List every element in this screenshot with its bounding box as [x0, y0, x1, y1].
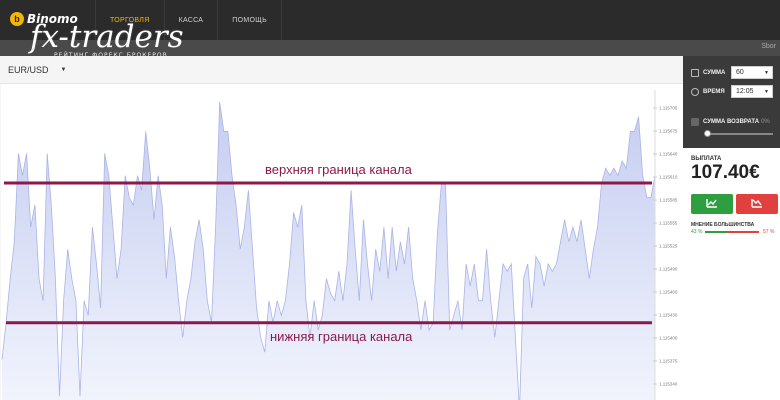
amount-select[interactable]: 60 ▼	[731, 66, 773, 79]
amount-value: 60	[736, 69, 744, 76]
return-row: СУММА ВОЗВРАТА 0%	[691, 118, 770, 126]
y-axis-tick-label: 1.115705	[659, 106, 678, 111]
majority-down-percent: 57 %	[763, 229, 775, 235]
price-area	[2, 102, 655, 400]
put-button[interactable]	[736, 194, 778, 214]
y-axis-tick-label: 1.115640	[659, 152, 678, 157]
y-axis-tick-label: 1.115675	[659, 129, 678, 134]
currency-pair-label: EUR/USD	[8, 65, 49, 75]
majority-up-segment	[705, 231, 729, 233]
majority-opinion-label: МНЕНИЕ БОЛЬШИНСТВА	[691, 222, 755, 228]
return-slider-handle[interactable]	[704, 130, 711, 137]
y-axis-tick-label: 1.115340	[659, 382, 678, 387]
call-button[interactable]	[691, 194, 733, 214]
chart-header: EUR/USD ▼	[0, 56, 683, 84]
amount-label: СУММА	[703, 69, 726, 76]
trade-settings: СУММА 60 ▼ ВРЕМЯ 12:05 ▼ СУММА ВОЗВРАТА …	[683, 56, 780, 148]
wallet-icon	[691, 68, 699, 77]
y-axis-tick-label: 1.115585	[659, 198, 678, 203]
price-chart-svg: 1.115705 1.115675 1.115640 1.115610 1.115585…	[0, 84, 678, 400]
y-axis-tick-label: 1.115375	[659, 359, 678, 364]
amount-row: СУММА 60 ▼	[691, 66, 773, 79]
trade-panel: СУММА 60 ▼ ВРЕМЯ 12:05 ▼ СУММА ВОЗВРАТА …	[683, 56, 780, 400]
trend-down-icon	[751, 199, 762, 209]
lower-channel-label: нижняя граница канала	[270, 329, 413, 344]
chevron-down-icon: ▼	[764, 70, 769, 76]
y-axis-tick-label: 1.115555	[659, 221, 678, 226]
nav-item-help[interactable]: ПОМОЩЬ	[217, 0, 282, 40]
y-axis-tick-label: 1.115400	[659, 336, 678, 341]
sub-bar-text: Sbor	[761, 43, 776, 50]
return-percent: 0%	[761, 119, 770, 125]
y-axis-tick-label: 1.115430	[659, 313, 678, 318]
chevron-down-icon: ▼	[764, 89, 769, 95]
time-value: 12:05	[736, 88, 754, 95]
upper-channel-label: верхняя граница канала	[265, 162, 413, 177]
payout-value: 107.40€	[691, 162, 760, 183]
price-chart[interactable]: 1.115705 1.115675 1.115640 1.115610 1.115585…	[0, 84, 683, 400]
return-label: СУММА ВОЗВРАТА	[703, 119, 760, 125]
return-slider-track[interactable]	[705, 133, 773, 135]
majority-down-segment	[728, 231, 759, 233]
majority-up-percent: 43 %	[691, 229, 703, 235]
y-axis-tick-label: 1.115610	[659, 175, 678, 180]
coin-icon: b	[10, 12, 24, 26]
chevron-down-icon: ▼	[60, 67, 67, 73]
y-axis-tick-label: 1.115525	[659, 244, 678, 249]
trend-up-icon	[706, 199, 717, 209]
time-row: ВРЕМЯ 12:05 ▼	[691, 85, 773, 98]
y-axis-tick-label: 1.115490	[659, 267, 678, 272]
watermark-logo: fx-traders РЕЙТИНГ ФОРЕКС БРОКЕРОВ	[30, 19, 184, 60]
time-label: ВРЕМЯ	[703, 88, 725, 95]
y-axis-tick-label: 1.115460	[659, 290, 678, 295]
majority-opinion-bar	[705, 231, 759, 233]
return-icon	[691, 118, 699, 126]
time-select[interactable]: 12:05 ▼	[731, 85, 773, 98]
watermark-text: fx-traders	[30, 19, 184, 55]
currency-pair-select[interactable]: EUR/USD ▼	[8, 65, 66, 75]
clock-icon	[691, 87, 699, 96]
